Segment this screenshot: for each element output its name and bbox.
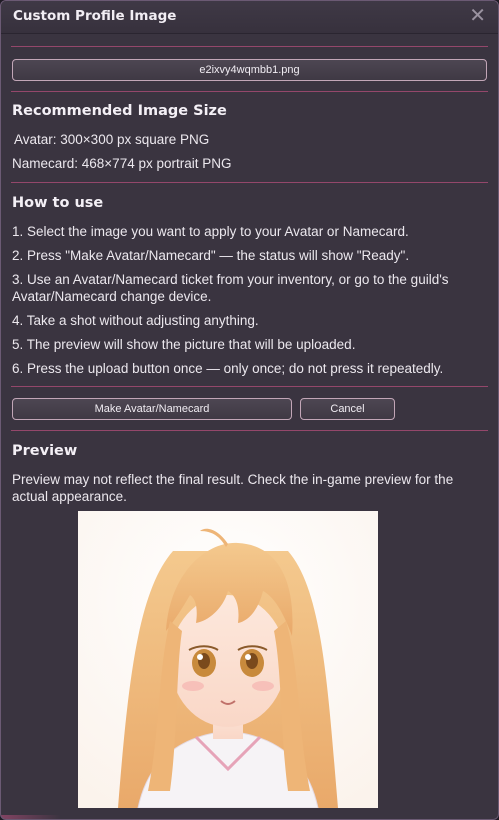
dialog-window: Custom Profile Image ✕ e2ixvy4wqmbb1.png… — [0, 0, 499, 820]
step-3: 3. Use an Avatar/Namecard ticket from yo… — [12, 272, 449, 304]
divider — [11, 182, 488, 183]
step-4: 4. Take a shot without adjusting anythin… — [12, 313, 259, 328]
recommended-size-heading: Recommended Image Size — [12, 103, 227, 119]
preview-heading: Preview — [12, 443, 78, 459]
make-avatar-namecard-button[interactable]: Make Avatar/Namecard — [12, 398, 292, 420]
cancel-button[interactable]: Cancel — [300, 398, 395, 420]
step-2: 2. Press "Make Avatar/Namecard" — the st… — [12, 248, 410, 263]
step-1: 1. Select the image you want to apply to… — [12, 224, 409, 239]
bottom-accent — [1, 815, 498, 819]
close-icon[interactable]: ✕ — [469, 4, 486, 28]
namecard-size-text: Namecard: 468×774 px portrait PNG — [12, 156, 232, 171]
divider — [11, 430, 488, 431]
avatar-size-text: Avatar: 300×300 px square PNG — [14, 132, 210, 147]
anime-portrait-illustration — [78, 511, 378, 808]
preview-image — [78, 511, 378, 808]
step-5: 5. The preview will show the picture tha… — [12, 337, 356, 352]
file-select-button[interactable]: e2ixvy4wqmbb1.png — [12, 59, 487, 81]
how-to-heading: How to use — [12, 195, 104, 211]
dialog-title: Custom Profile Image — [13, 8, 177, 24]
title-bar[interactable]: Custom Profile Image ✕ — [1, 1, 498, 34]
divider — [11, 46, 488, 47]
divider — [11, 386, 488, 387]
preview-note: Preview may not reflect the final result… — [12, 472, 454, 504]
divider — [11, 91, 488, 92]
step-6: 6. Press the upload button once — only o… — [12, 361, 444, 376]
